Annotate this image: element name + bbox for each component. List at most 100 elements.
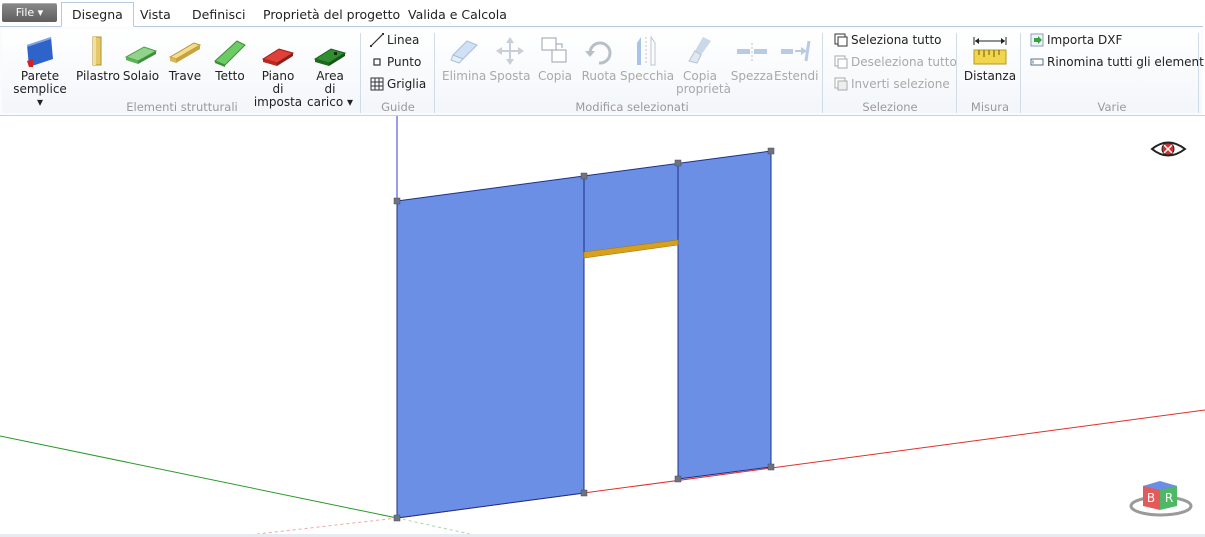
punto-label: Punto xyxy=(387,55,422,69)
group-label-elementi-strutturali: Elementi strutturali xyxy=(126,100,238,114)
3d-viewport[interactable]: B R xyxy=(0,115,1205,536)
3d-scene: B R xyxy=(0,116,1205,536)
vertex-handle[interactable] xyxy=(767,463,775,471)
file-menu-button[interactable]: File ▾ xyxy=(2,3,57,22)
group-label-varie: Varie xyxy=(1097,100,1127,114)
select-all-icon xyxy=(834,33,848,47)
ribbon-divider xyxy=(1198,33,1199,113)
invert-selection-icon xyxy=(834,77,848,91)
specchia-button[interactable]: Specchia xyxy=(620,35,675,83)
rename-icon xyxy=(1030,55,1044,69)
elimina-button[interactable]: Elimina xyxy=(442,35,486,83)
piano-imposta-button[interactable]: Piano di imposta xyxy=(252,35,304,109)
ribbon-panel: Parete semplice ▾ Pilastro Solaio Trave T… xyxy=(0,26,1205,116)
logo-letter-r: R xyxy=(1165,491,1173,505)
column-icon xyxy=(80,35,114,67)
importa-dxf-button[interactable]: Importa DXF xyxy=(1030,31,1122,49)
tetto-label: Tetto xyxy=(215,69,245,83)
extend-icon xyxy=(779,35,813,67)
base-plane-icon xyxy=(261,35,295,67)
tab-disegna[interactable]: Disegna xyxy=(61,2,134,27)
griglia-button[interactable]: Griglia xyxy=(370,75,426,93)
solaio-label: Solaio xyxy=(122,69,160,83)
beam-icon xyxy=(168,35,202,67)
griglia-label: Griglia xyxy=(387,77,427,91)
rinomina-elementi-label: Rinomina tutti gli elementi xyxy=(1047,55,1205,69)
split-icon xyxy=(735,35,769,67)
vertex-handle[interactable] xyxy=(393,514,401,522)
spezza-button[interactable]: Spezza xyxy=(730,35,774,83)
seleziona-tutto-label: Seleziona tutto xyxy=(851,33,942,47)
brush-icon xyxy=(683,35,717,67)
seleziona-tutto-button[interactable]: Seleziona tutto xyxy=(834,31,942,49)
punto-button[interactable]: Punto xyxy=(370,53,421,71)
rotate-icon xyxy=(582,35,616,67)
vertex-handle[interactable] xyxy=(674,159,682,167)
point-icon xyxy=(370,55,384,69)
vertex-handle[interactable] xyxy=(674,475,682,483)
distanza-button[interactable]: Distanza xyxy=(962,35,1018,83)
pilastro-label: Pilastro xyxy=(76,69,120,83)
tab-proprieta-progetto[interactable]: Proprietà del progetto xyxy=(263,3,400,26)
solaio-button[interactable]: Solaio xyxy=(122,35,160,83)
sposta-button[interactable]: Sposta xyxy=(488,35,532,83)
parete-semplice-button[interactable]: Parete semplice ▾ xyxy=(12,35,68,109)
ribbon-divider xyxy=(434,33,435,113)
linea-label: Linea xyxy=(387,33,420,47)
logo-letter-b: B xyxy=(1147,491,1155,505)
area-carico-button[interactable]: Area di carico ▾ xyxy=(306,35,354,109)
roof-icon xyxy=(213,35,247,67)
visibility-eye-icon[interactable] xyxy=(1150,141,1187,157)
area-carico-label: Area di carico ▾ xyxy=(307,69,353,109)
ribbon-divider xyxy=(822,33,823,113)
y-axis xyxy=(0,435,398,519)
vertex-handle[interactable] xyxy=(580,172,588,180)
line-icon xyxy=(370,33,384,47)
group-label-selezione: Selezione xyxy=(862,100,918,114)
ruota-label: Ruota xyxy=(581,69,617,83)
elimina-label: Elimina xyxy=(442,69,487,83)
ribbon-tab-bar: File ▾ Disegna Vista Definisci Proprietà… xyxy=(0,0,1205,27)
group-label-misura: Misura xyxy=(970,100,1010,114)
ribbon-divider xyxy=(956,33,957,113)
trave-button[interactable]: Trave xyxy=(166,35,204,83)
copy-icon xyxy=(538,35,572,67)
tetto-button[interactable]: Tetto xyxy=(211,35,249,83)
ribbon-divider xyxy=(1020,33,1021,113)
ruler-icon xyxy=(973,35,1007,67)
group-label-modifica-selezionati: Modifica selezionati xyxy=(575,100,689,114)
copia-proprieta-label: Copia proprietà xyxy=(676,69,731,96)
tab-valida-calcola[interactable]: Valida e Calcola xyxy=(408,3,507,26)
group-label-guide: Guide xyxy=(381,100,415,114)
wall-icon xyxy=(23,35,57,67)
inverti-selezione-button[interactable]: Inverti selezione xyxy=(834,75,950,93)
load-area-icon xyxy=(313,35,347,67)
estendi-label: Estendi xyxy=(774,69,819,83)
tab-definisci[interactable]: Definisci xyxy=(192,3,245,26)
eraser-icon xyxy=(447,35,481,67)
import-icon xyxy=(1030,33,1044,47)
deseleziona-tutto-label: Deseleziona tutto xyxy=(851,55,957,69)
specchia-label: Specchia xyxy=(620,69,675,83)
inverti-selezione-label: Inverti selezione xyxy=(851,77,950,91)
parete-label: Parete semplice ▾ xyxy=(13,69,67,109)
ruota-button[interactable]: Ruota xyxy=(578,35,620,83)
view-cube-logo[interactable]: B R xyxy=(1129,481,1193,517)
copia-label: Copia xyxy=(537,69,573,83)
deseleziona-tutto-button[interactable]: Deseleziona tutto xyxy=(834,53,957,71)
trave-label: Trave xyxy=(168,69,202,83)
tab-vista[interactable]: Vista xyxy=(140,3,171,26)
mirror-icon xyxy=(629,35,663,67)
vertex-handle[interactable] xyxy=(767,147,775,155)
move-icon xyxy=(493,35,527,67)
vertex-handle[interactable] xyxy=(393,197,401,205)
pilastro-button[interactable]: Pilastro xyxy=(76,35,120,83)
linea-button[interactable]: Linea xyxy=(370,31,419,49)
estendi-button[interactable]: Estendi xyxy=(774,35,818,83)
vertex-handle[interactable] xyxy=(580,489,588,497)
distanza-label: Distanza xyxy=(963,69,1017,83)
copia-proprieta-button[interactable]: Copia proprietà xyxy=(676,35,731,96)
copia-button[interactable]: Copia xyxy=(534,35,576,83)
deselect-all-icon xyxy=(834,55,848,69)
rinomina-elementi-button[interactable]: Rinomina tutti gli elementi xyxy=(1030,53,1205,71)
